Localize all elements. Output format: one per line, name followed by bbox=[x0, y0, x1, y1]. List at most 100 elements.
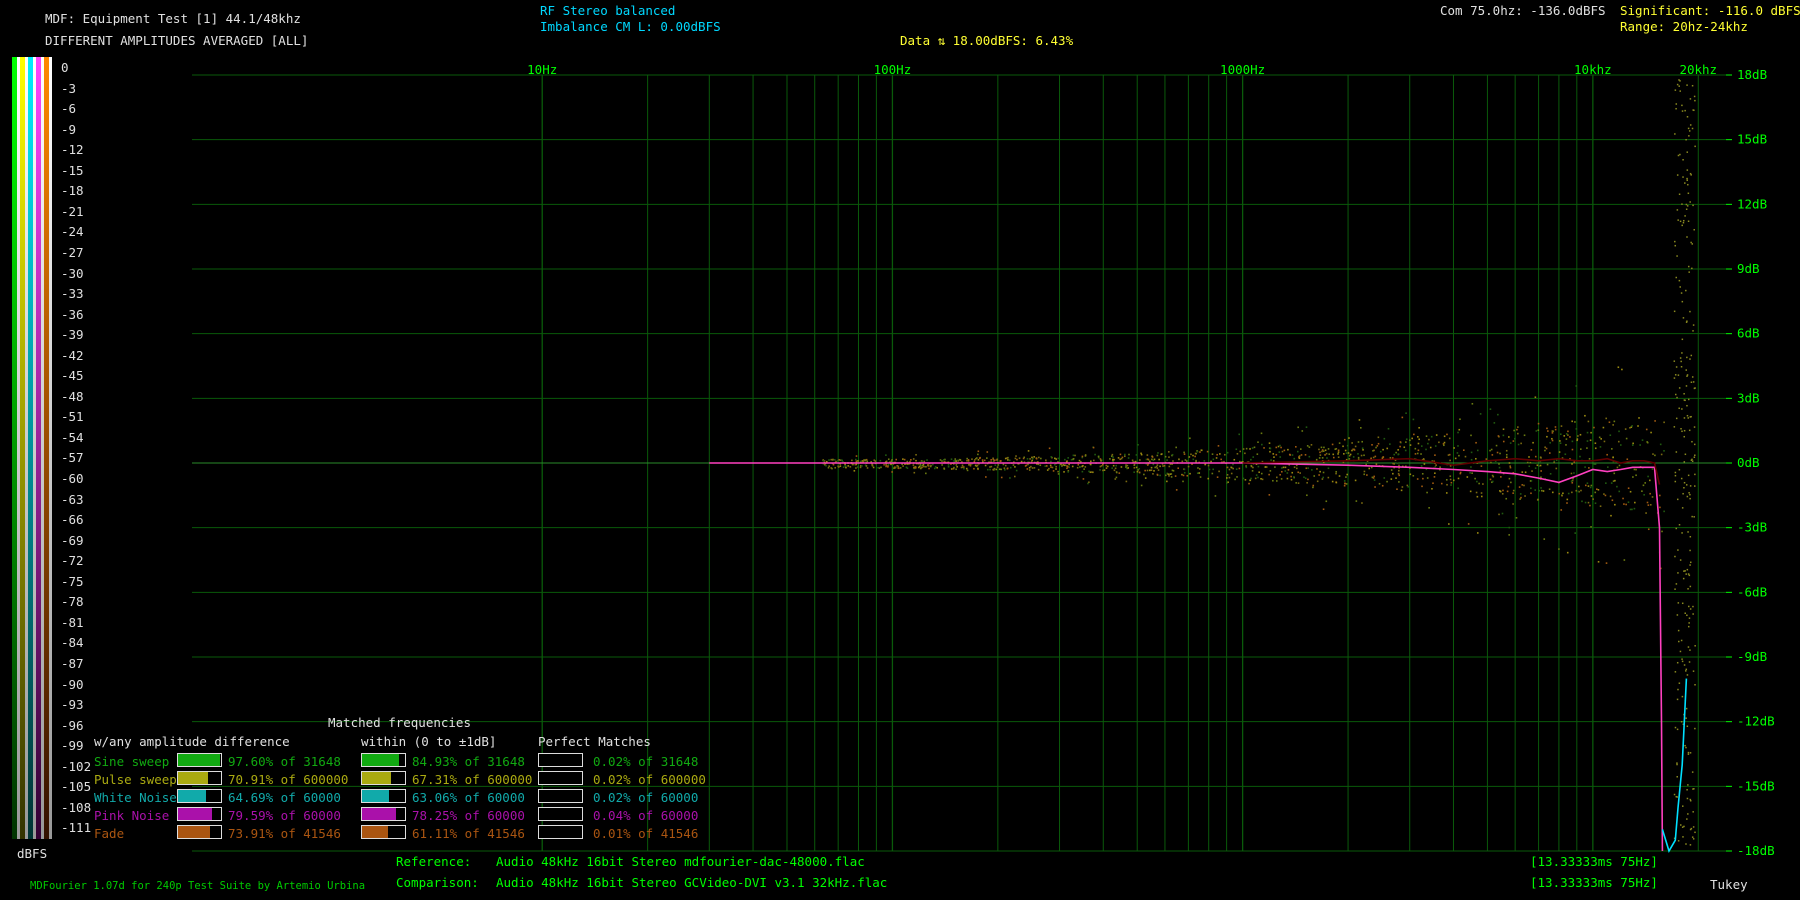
scatter-point bbox=[903, 458, 906, 461]
scatter-point bbox=[1569, 436, 1571, 438]
scatter-point bbox=[1055, 468, 1057, 470]
scatter-point bbox=[1555, 467, 1558, 470]
scatter-point bbox=[1244, 478, 1247, 481]
scatter-point bbox=[1689, 535, 1692, 538]
scatter-point bbox=[1616, 485, 1618, 488]
scatter-point bbox=[1558, 492, 1561, 495]
x-tick-label: 10Hz bbox=[527, 62, 557, 77]
scatter-point bbox=[1690, 354, 1693, 357]
scatter-point bbox=[1558, 451, 1561, 453]
scatter-point bbox=[1144, 469, 1146, 472]
scatter-point bbox=[1434, 472, 1436, 475]
scatter-point bbox=[961, 464, 964, 467]
scatter-point bbox=[1425, 435, 1428, 437]
scatter-point bbox=[1235, 468, 1238, 470]
scatter-point bbox=[1681, 300, 1684, 303]
scatter-point bbox=[1000, 468, 1003, 471]
scatter-point bbox=[1138, 471, 1141, 474]
scatter-point bbox=[1359, 427, 1362, 429]
scatter-point bbox=[1088, 470, 1090, 473]
scatter-point bbox=[1476, 532, 1479, 534]
scatter-point bbox=[1694, 473, 1696, 476]
scatter-point bbox=[1392, 462, 1394, 465]
scatter-point bbox=[1298, 457, 1301, 460]
scatter-point bbox=[1575, 428, 1578, 430]
scatter-point bbox=[986, 468, 989, 471]
scatter-point bbox=[1009, 466, 1012, 469]
scatter-point bbox=[1305, 426, 1308, 428]
scatter-point bbox=[1298, 455, 1301, 457]
scatter-point bbox=[1245, 466, 1248, 469]
scatter-point bbox=[1594, 463, 1597, 465]
scatter-point bbox=[1462, 449, 1465, 451]
scatter-point bbox=[1589, 439, 1592, 442]
scatter-point bbox=[1571, 420, 1573, 423]
scatter-point bbox=[1242, 448, 1245, 450]
scatter-point bbox=[1389, 443, 1391, 445]
scatter-point bbox=[1679, 357, 1682, 359]
scatter-point bbox=[990, 465, 993, 468]
scatter-point bbox=[1331, 480, 1334, 483]
scatter-point bbox=[1318, 457, 1321, 459]
scatter-point bbox=[1371, 476, 1374, 479]
scatter-point bbox=[1395, 451, 1397, 454]
scatter-point bbox=[1629, 508, 1632, 511]
scatter-point bbox=[1324, 449, 1327, 452]
scatter-point bbox=[1250, 458, 1252, 461]
scatter-point bbox=[1296, 450, 1299, 453]
scatter-point bbox=[1524, 495, 1526, 497]
scatter-point bbox=[1316, 480, 1319, 483]
scatter-point bbox=[1606, 466, 1609, 468]
scatter-point bbox=[1680, 720, 1683, 723]
scatter-point bbox=[1103, 469, 1106, 471]
scatter-point bbox=[1586, 440, 1589, 442]
scatter-point bbox=[1685, 203, 1688, 206]
scatter-point bbox=[1683, 825, 1685, 828]
scatter-point bbox=[1156, 467, 1159, 469]
scatter-point bbox=[1160, 453, 1163, 456]
scatter-point bbox=[1000, 460, 1002, 462]
scatter-point bbox=[1644, 482, 1647, 484]
scatter-point bbox=[1044, 465, 1047, 467]
scatter-point bbox=[1194, 455, 1196, 458]
scatter-point bbox=[1685, 208, 1688, 211]
scatter-point bbox=[1685, 138, 1687, 141]
comparison-file: Audio 48kHz 16bit Stereo GCVideo-DVI v3.… bbox=[496, 875, 888, 890]
scatter-point bbox=[1565, 444, 1567, 446]
scatter-point bbox=[1469, 490, 1472, 493]
scatter-point bbox=[1363, 470, 1366, 473]
scatter-point bbox=[1212, 458, 1215, 461]
scatter-point bbox=[1688, 429, 1691, 432]
scatter-point bbox=[1414, 453, 1417, 455]
scatter-point bbox=[1430, 435, 1433, 438]
stats-value: 64.69% of 60000 bbox=[228, 790, 341, 805]
scatter-point bbox=[1159, 465, 1161, 468]
scatter-point bbox=[1567, 430, 1569, 433]
scatter-point bbox=[1014, 457, 1017, 460]
scatter-point bbox=[1378, 482, 1381, 485]
scatter-point bbox=[1269, 450, 1271, 453]
scatter-point bbox=[1689, 564, 1691, 566]
scatter-point bbox=[1646, 441, 1648, 443]
scatter-point bbox=[1126, 464, 1129, 467]
scatter-point bbox=[1257, 441, 1259, 443]
scatter-point bbox=[1686, 116, 1689, 118]
scatter-point bbox=[1554, 426, 1557, 428]
scatter-point bbox=[1275, 453, 1278, 456]
scatter-point bbox=[1439, 466, 1441, 469]
scatter-point bbox=[1512, 492, 1514, 494]
scatter-point bbox=[1277, 445, 1280, 448]
scatter-point bbox=[998, 468, 1001, 471]
scatter-point bbox=[1659, 443, 1662, 446]
scatter-point bbox=[1015, 455, 1017, 457]
scatter-point bbox=[1225, 477, 1228, 479]
scatter-point bbox=[1505, 497, 1508, 500]
scatter-point bbox=[1590, 495, 1593, 497]
scatter-point bbox=[1068, 466, 1070, 469]
scatter-point bbox=[849, 466, 852, 468]
stats-value: 73.91% of 41546 bbox=[228, 826, 341, 841]
scatter-point bbox=[1063, 464, 1066, 467]
scatter-point bbox=[1548, 488, 1551, 491]
scatter-point bbox=[1501, 512, 1504, 515]
scatter-point bbox=[1693, 95, 1696, 98]
